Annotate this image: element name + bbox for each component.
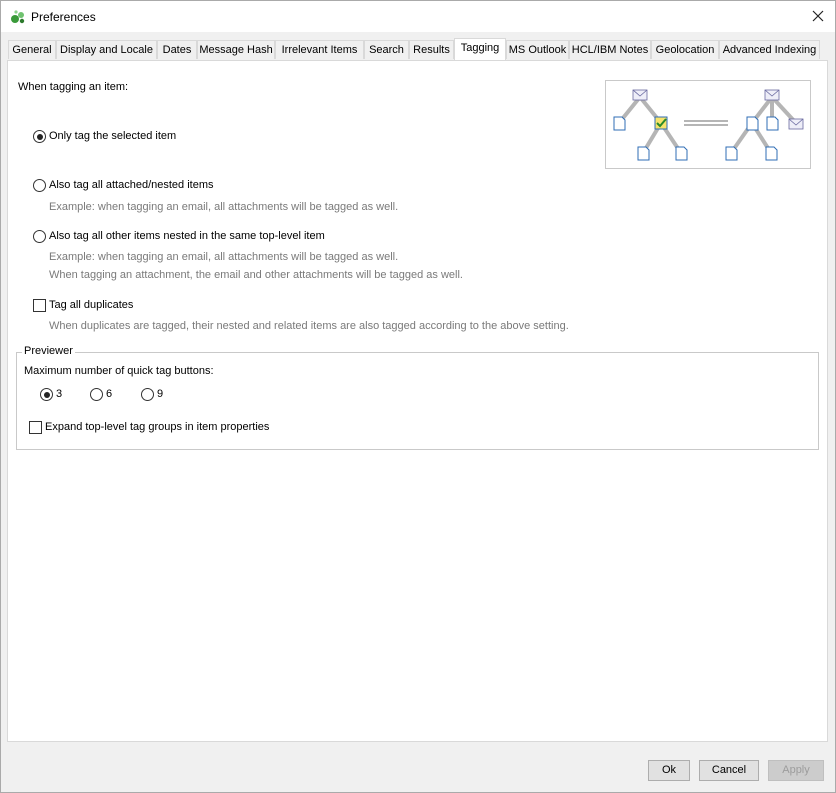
tab-results[interactable]: Results (409, 40, 454, 59)
preferences-window: Preferences General Display and Locale D… (0, 0, 836, 793)
tab-tagging[interactable]: Tagging (454, 38, 506, 60)
tab-irrelevant-items[interactable]: Irrelevant Items (275, 40, 364, 59)
tab-ms-outlook[interactable]: MS Outlook (506, 40, 569, 59)
tab-message-hash[interactable]: Message Hash (197, 40, 275, 59)
app-logo-icon (11, 10, 25, 24)
tab-display-and-locale[interactable]: Display and Locale (56, 40, 157, 59)
option-attached-nested-label[interactable]: Also tag all attached/nested items (49, 179, 213, 191)
cancel-button[interactable]: Cancel (699, 760, 759, 781)
tag-duplicates-note: When duplicates are tagged, their nested… (49, 320, 569, 332)
radio-only-selected[interactable] (33, 130, 46, 143)
tab-dates[interactable]: Dates (157, 40, 197, 59)
radio-same-top-level[interactable] (33, 230, 46, 243)
tag-duplicates-label[interactable]: Tag all duplicates (49, 299, 133, 311)
tab-geolocation[interactable]: Geolocation (651, 40, 719, 59)
option-attached-nested-example: Example: when tagging an email, all atta… (49, 201, 399, 213)
tab-hcl-ibm-notes[interactable]: HCL/IBM Notes (569, 40, 651, 59)
quick-tag-max-label: Maximum number of quick tag buttons: (24, 365, 214, 377)
expand-tag-groups-label[interactable]: Expand top-level tag groups in item prop… (45, 421, 269, 433)
tagging-heading: When tagging an item: (18, 81, 129, 93)
option-same-top-level-label[interactable]: Also tag all other items nested in the s… (49, 230, 325, 242)
checkbox-expand-tag-groups[interactable] (29, 421, 42, 434)
previewer-group: Previewer Maximum number of quick tag bu… (16, 345, 819, 450)
tagging-panel: When tagging an item: Only tag the selec… (7, 60, 828, 742)
close-icon[interactable] (809, 7, 827, 25)
tab-advanced-indexing[interactable]: Advanced Indexing (719, 40, 820, 59)
option-only-selected-label[interactable]: Only tag the selected item (49, 130, 176, 142)
previewer-title: Previewer (22, 345, 75, 357)
radio-quick-tag-3[interactable] (40, 388, 53, 401)
window-title: Preferences (31, 10, 96, 24)
title-bar: Preferences (1, 1, 835, 32)
option-same-top-level-example-2: When tagging an attachment, the email an… (49, 269, 463, 281)
apply-button[interactable]: Apply (768, 760, 824, 781)
radio-quick-tag-9[interactable] (141, 388, 154, 401)
radio-attached-nested[interactable] (33, 179, 46, 192)
checkbox-tag-duplicates[interactable] (33, 299, 46, 312)
quick-tag-3-label[interactable]: 3 (56, 388, 62, 400)
quick-tag-9-label[interactable]: 9 (157, 388, 163, 400)
tab-search[interactable]: Search (364, 40, 409, 59)
option-same-top-level-example: Example: when tagging an email, all atta… (49, 251, 399, 263)
tagging-illustration (605, 80, 811, 169)
ok-button[interactable]: Ok (648, 760, 690, 781)
tab-general[interactable]: General (8, 40, 56, 59)
quick-tag-6-label[interactable]: 6 (106, 388, 112, 400)
radio-quick-tag-6[interactable] (90, 388, 103, 401)
tab-strip: General Display and Locale Dates Message… (8, 38, 828, 60)
